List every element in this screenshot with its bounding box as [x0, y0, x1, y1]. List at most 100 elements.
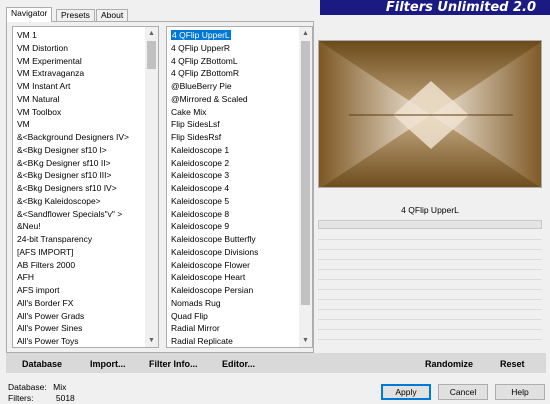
list-item-label: All's Power Grads [17, 310, 85, 321]
list-item[interactable]: [AFS IMPORT] [13, 246, 145, 259]
list-item[interactable]: Kaleidoscope 8 [167, 208, 299, 221]
list-item[interactable]: VM Instant Art [13, 80, 145, 93]
list-item-label: Kaleidoscope 1 [171, 144, 230, 155]
list-item[interactable]: &<Background Designers IV> [13, 131, 145, 144]
database-button[interactable]: Database [22, 358, 62, 370]
scroll-down-icon[interactable]: ▼ [145, 334, 158, 347]
list-item[interactable]: AB Filters 2000 [13, 259, 145, 272]
list-item[interactable]: All's Power Grads [13, 310, 145, 323]
preview-image [318, 40, 542, 188]
filter-list[interactable]: 4 QFlip UpperL 4 QFlip UpperR 4 QFlip ZBot… [166, 26, 313, 348]
tab-presets[interactable]: Presets [56, 9, 95, 21]
list-item[interactable]: VM 1 [13, 29, 145, 42]
list-item[interactable]: 4 QFlip ZBottomL [167, 55, 299, 68]
help-button[interactable]: Help [495, 384, 545, 400]
list-item[interactable]: Kaleidoscope 5 [167, 195, 299, 208]
list-item-label: VM Toolbox [17, 106, 62, 117]
import-button[interactable]: Import... [90, 358, 126, 370]
list-item[interactable]: Kaleidoscope 4 [167, 182, 299, 195]
list-item[interactable]: Kaleidoscope 9 [167, 220, 299, 233]
list-item-label: Kaleidoscope 9 [171, 221, 230, 232]
list-item[interactable]: &<Sandflower Specials"v" > [13, 208, 145, 221]
filter-scroll-thumb[interactable] [301, 41, 310, 305]
selected-filter-name: 4 QFlip UpperL [318, 203, 542, 218]
list-item[interactable]: Kaleidoscope Flower [167, 259, 299, 272]
category-list[interactable]: VM 1 VM Distortion VM Experimental VM Extra… [12, 26, 159, 348]
list-item-label: Kaleidoscope Butterfly [171, 234, 256, 244]
editor-button[interactable]: Editor... [222, 358, 255, 370]
cancel-button[interactable]: Cancel [438, 384, 488, 400]
list-item-label: 4 QFlip ZBottomL [171, 55, 238, 66]
list-item[interactable]: Kaleidoscope 3 [167, 169, 299, 182]
list-item[interactable]: &<Bkg Designer sf10 III> [13, 169, 145, 182]
list-item[interactable]: &<BKg Designer sf10 II> [13, 157, 145, 170]
scroll-down-icon[interactable]: ▼ [299, 334, 312, 347]
list-item[interactable]: VM Toolbox [13, 106, 145, 119]
parameter-area [318, 230, 542, 350]
list-item[interactable]: Kaleidoscope Butterfly [167, 233, 299, 246]
list-item[interactable]: 4 QFlip UpperR [167, 42, 299, 55]
list-item[interactable]: Kaleidoscope Divisions [167, 246, 299, 259]
scroll-up-icon[interactable]: ▲ [145, 27, 158, 40]
kaleidoscope-preview [319, 41, 541, 187]
list-item[interactable]: Quad Flip [167, 310, 299, 323]
list-item-label: 24-bit Transparency [17, 234, 93, 244]
list-item[interactable]: All's Power Toys [13, 335, 145, 347]
randomize-button[interactable]: Randomize [425, 358, 473, 370]
list-item[interactable]: &<Bkg Designers sf10 IV> [13, 182, 145, 195]
list-item[interactable]: Nomads Rug [167, 297, 299, 310]
list-item-label: @BlueBerry Pie [171, 81, 232, 91]
list-item[interactable]: AFH [13, 271, 145, 284]
list-item[interactable]: Radial Mirror [167, 322, 299, 335]
database-value: Mix [53, 382, 67, 392]
list-item[interactable]: 24-bit Transparency [13, 233, 145, 246]
reset-button[interactable]: Reset [500, 358, 525, 370]
database-info: Database: Mix [8, 382, 66, 392]
list-item[interactable]: Kaleidoscope 1 [167, 144, 299, 157]
tab-about[interactable]: About [96, 9, 129, 21]
filter-info-button[interactable]: Filter Info... [149, 358, 198, 370]
list-item[interactable]: &<Bkg Designer sf10 I> [13, 144, 145, 157]
list-item[interactable]: @BlueBerry Pie [167, 80, 299, 93]
list-item[interactable]: AFS import [13, 284, 145, 297]
list-item[interactable]: VM Experimental [13, 55, 145, 68]
list-item[interactable]: All's Border FX [13, 297, 145, 310]
tab-navigator[interactable]: Navigator [6, 7, 53, 22]
list-item[interactable]: @Mirrored & Scaled [167, 93, 299, 106]
category-list-items: VM 1 VM Distortion VM Experimental VM Extra… [13, 29, 145, 347]
list-item[interactable]: VM Natural [13, 93, 145, 106]
category-scroll-thumb[interactable] [147, 41, 156, 69]
list-item-label: &<Background Designers IV> [17, 132, 129, 142]
list-item[interactable]: 4 QFlip ZBottomR [167, 67, 299, 80]
list-item[interactable]: VM Distortion [13, 42, 145, 55]
list-item[interactable]: 4 QFlip UpperL [167, 29, 299, 42]
filter-scrollbar[interactable]: ▲ ▼ [299, 27, 312, 347]
category-scrollbar[interactable]: ▲ ▼ [145, 27, 158, 347]
scroll-up-icon[interactable]: ▲ [299, 27, 312, 40]
list-item[interactable]: All's Power Sines [13, 322, 145, 335]
apply-button[interactable]: Apply [381, 384, 431, 400]
list-item-label: Nomads Rug [171, 297, 221, 308]
parameter-header [318, 220, 542, 229]
list-item[interactable]: Flip SidesLsf [167, 118, 299, 131]
list-item-label: Kaleidoscope 2 [171, 157, 230, 168]
list-item[interactable]: Radial Replicate [167, 335, 299, 347]
list-item[interactable]: Kaleidoscope 2 [167, 157, 299, 170]
list-item[interactable]: &<Bkg Kaleidoscope> [13, 195, 145, 208]
list-item[interactable]: VM Extravaganza [13, 67, 145, 80]
list-item[interactable]: VM [13, 118, 145, 131]
list-item-label: AFS import [17, 285, 60, 295]
list-item[interactable]: Flip SidesRsf [167, 131, 299, 144]
list-item-label: Kaleidoscope Persian [171, 285, 254, 295]
list-item-label: AB Filters 2000 [17, 259, 76, 270]
list-item[interactable]: &Neu! [13, 220, 145, 233]
list-item[interactable]: Kaleidoscope Persian [167, 284, 299, 297]
list-item-label: All's Power Sines [17, 323, 83, 334]
list-item[interactable]: Kaleidoscope Heart [167, 271, 299, 284]
list-item[interactable]: Cake Mix [167, 106, 299, 119]
list-item-label: &<Bkg Designer sf10 I> [17, 144, 107, 155]
list-item-label: Kaleidoscope Flower [171, 259, 250, 270]
list-item-label: Flip SidesLsf [171, 119, 220, 130]
list-item-label: Kaleidoscope 5 [171, 195, 230, 206]
list-item-label: Kaleidoscope 8 [171, 208, 230, 219]
